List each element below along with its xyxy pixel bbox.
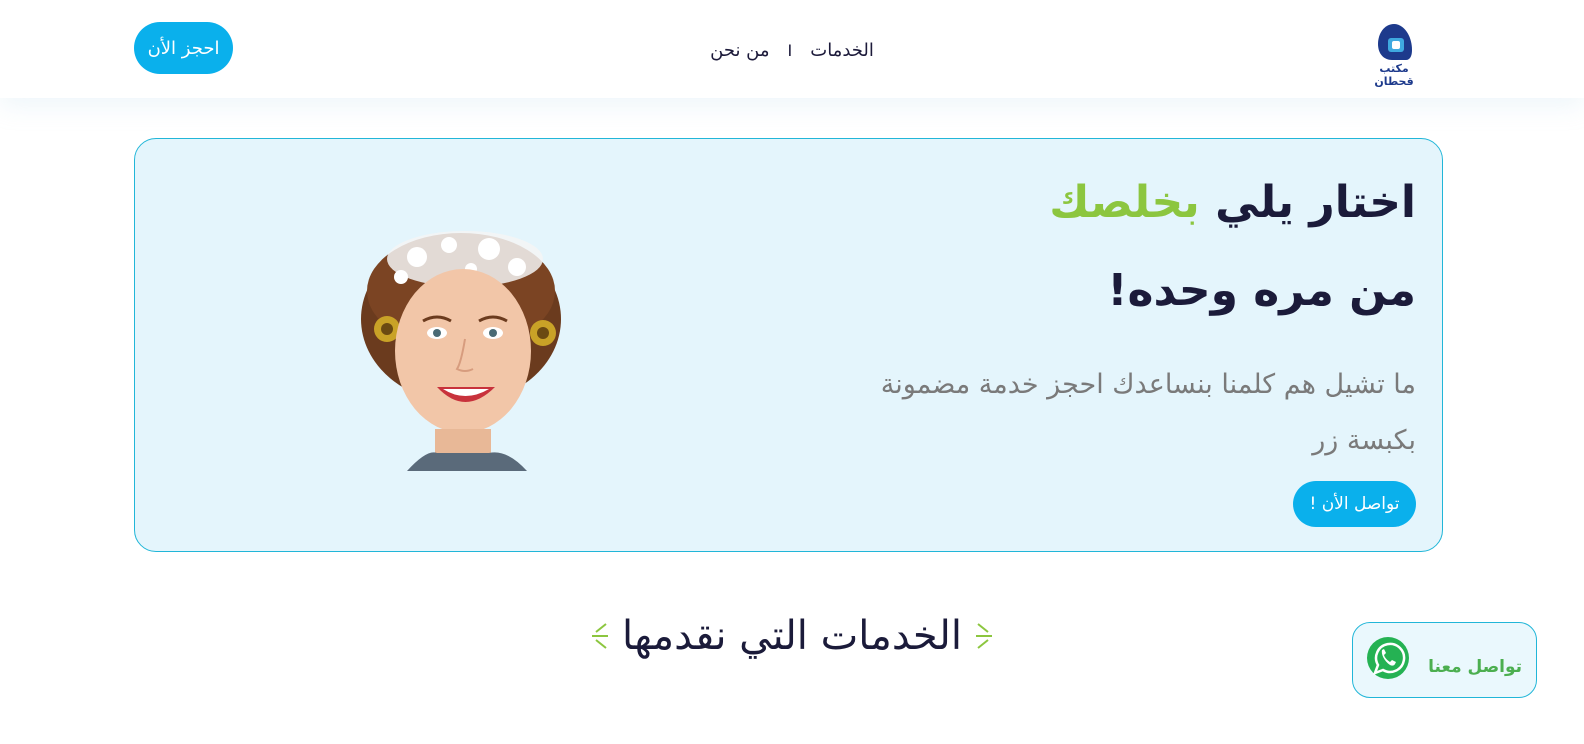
logo-text: مكتب قحطان	[1374, 62, 1414, 88]
main-nav: الخدمات I من نحن	[0, 36, 1584, 64]
hero-title-accent: بخلصك	[1049, 177, 1200, 228]
services-section-title: الخدمات التي نقدمها	[0, 606, 1584, 666]
whatsapp-label: تواصل معنا	[1428, 657, 1522, 677]
nav-item-services[interactable]: الخدمات	[810, 40, 874, 61]
hero-title: اختار يلي بخلصك	[1049, 177, 1416, 228]
whatsapp-contact-button[interactable]: تواصل معنا	[1352, 622, 1537, 698]
contact-now-button[interactable]: تواصل الأن !	[1293, 481, 1416, 527]
hero-subtitle: من مره وحده!	[1107, 265, 1416, 316]
whatsapp-icon	[1367, 637, 1409, 679]
spark-icon	[592, 623, 609, 649]
hero-description: ما تشيل هم كلمنا بنساعدك احجز خدمة مضمون…	[880, 369, 1416, 456]
site-header: مكتب قحطان الخدمات I من نحن احجز الأن	[0, 0, 1584, 98]
hero-woman-image	[361, 231, 561, 471]
page: مكتب قحطان الخدمات I من نحن احجز الأن اخ…	[0, 0, 1584, 744]
services-title: الخدمات التي نقدمها	[622, 613, 962, 659]
book-now-button[interactable]: احجز الأن	[134, 22, 233, 74]
hero-title-main: اختار يلي	[1199, 177, 1416, 228]
hero-banner: اختار يلي بخلصك من مره وحده! ما تشيل هم …	[134, 138, 1443, 552]
nav-separator: I	[787, 40, 793, 60]
spark-icon	[975, 623, 992, 649]
nav-item-about[interactable]: من نحن	[710, 40, 769, 61]
